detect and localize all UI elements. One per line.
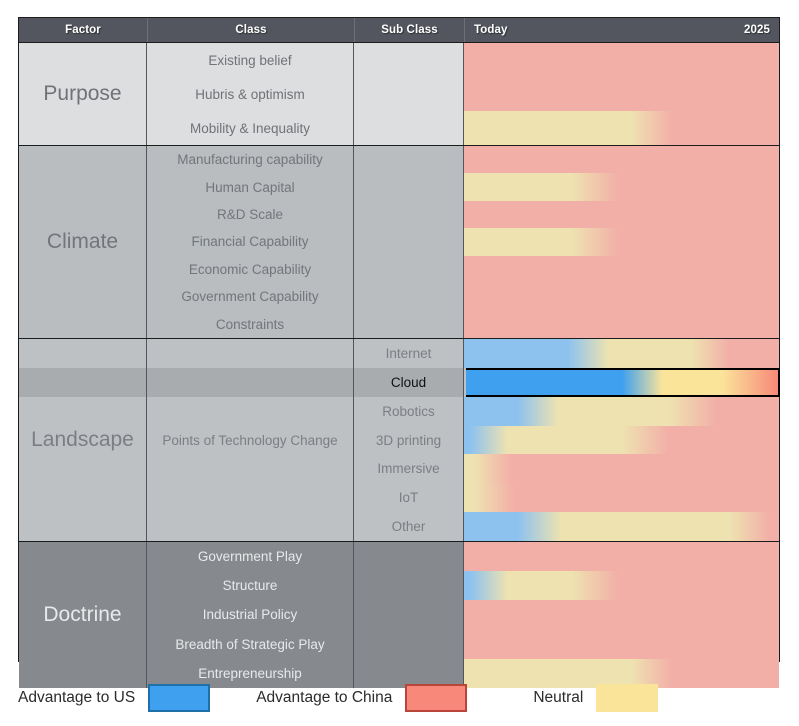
table-header-row: Factor Class Sub Class Today 2025 <box>18 17 780 43</box>
sub-class-cell-empty <box>354 43 463 77</box>
timeline-bar <box>464 111 779 145</box>
timeline-bar <box>464 483 779 513</box>
legend-item-us: Advantage to US <box>18 684 211 712</box>
sub-class-cell-empty <box>354 542 463 571</box>
timeline-bar <box>464 600 779 630</box>
timeline-bar <box>464 200 779 229</box>
sub-class-cell-empty <box>354 228 463 255</box>
legend-label-china: Advantage to China <box>256 689 393 706</box>
class-column: Points of Technology Change <box>147 339 354 541</box>
sub-class-cell: Other <box>391 519 426 535</box>
column-header-timeline: Today 2025 <box>465 18 779 42</box>
timeline-bar <box>464 77 779 111</box>
sub-class-cell: 3D printing <box>375 432 442 448</box>
matrix-body: Purpose Existing belief Hubris & optimism M… <box>18 43 780 688</box>
sub-class-cell-empty <box>354 600 463 629</box>
class-cell: Government Capability <box>181 289 319 305</box>
timeline-bar <box>464 396 779 426</box>
class-cell: Human Capital <box>205 179 295 195</box>
class-cell: Industrial Policy <box>202 607 298 623</box>
class-cell: Manufacturing capability <box>177 152 323 168</box>
factor-cell-landscape: Landscape <box>19 339 147 541</box>
sub-class-cell-empty <box>354 283 463 310</box>
sub-class-column <box>354 146 464 338</box>
class-cell: Constraints <box>215 316 285 332</box>
timeline-bar <box>464 255 779 284</box>
factor-group-doctrine: Doctrine Government Play Structure Industri… <box>19 542 779 688</box>
timeline-start-label: Today <box>474 24 508 36</box>
timeline-bar <box>464 512 779 542</box>
legend-label-neutral: Neutral <box>533 689 584 706</box>
class-column: Existing belief Hubris & optimism Mobility… <box>147 43 354 145</box>
class-cell: Existing belief <box>208 52 292 68</box>
factor-group-purpose: Purpose Existing belief Hubris & optimism M… <box>19 43 779 146</box>
factor-group-climate: Climate Manufacturing capability Human Cap… <box>19 146 779 339</box>
sub-class-cell: IoT <box>398 490 419 506</box>
class-cell: Hubris & optimism <box>195 86 305 102</box>
cloud-highlight-class <box>147 368 353 397</box>
timeline-bar <box>464 571 779 601</box>
sub-class-column <box>354 542 464 688</box>
cloud-highlight-factor <box>19 368 146 397</box>
legend: Advantage to US Advantage to China Neutr… <box>18 675 780 721</box>
sub-class-cell-empty <box>354 146 463 173</box>
timeline-bar <box>464 454 779 484</box>
class-column: Manufacturing capability Human Capital R&D… <box>147 146 354 338</box>
timeline-bar <box>464 542 779 572</box>
class-cell: Government Play <box>197 549 303 565</box>
timeline-bar <box>464 173 779 201</box>
sub-class-cell-empty <box>354 311 463 338</box>
timeline-bar <box>464 339 779 368</box>
legend-swatch-neutral <box>596 684 659 712</box>
factor-timeline-matrix: Factor Class Sub Class Today 2025 Purpos… <box>18 17 780 688</box>
class-cell: Economic Capability <box>188 261 312 277</box>
factor-cell-doctrine: Doctrine <box>19 542 147 688</box>
timeline-bar <box>464 146 779 174</box>
timeline-bar <box>464 310 779 338</box>
sub-class-cell-empty <box>354 173 463 200</box>
sub-class-cell: Internet <box>385 345 432 361</box>
sub-class-cell: Immersive <box>377 461 440 477</box>
legend-label-us: Advantage to US <box>18 689 136 706</box>
legend-swatch-china <box>405 684 468 712</box>
sub-class-cell: Cloud <box>354 367 463 397</box>
class-cell: R&D Scale <box>216 207 284 223</box>
sub-class-cell-empty <box>354 630 463 659</box>
timeline-bar <box>464 283 779 311</box>
timeline-bar <box>464 43 779 77</box>
class-column: Government Play Structure Industrial Polic… <box>147 542 354 688</box>
sub-class-cell-empty <box>354 256 463 283</box>
column-header-factor: Factor <box>19 18 148 42</box>
timeline-bars-column <box>464 542 779 688</box>
sub-class-cell-empty <box>354 111 463 145</box>
class-cell-merged: Points of Technology Change <box>147 339 353 541</box>
class-cell: Breadth of Strategic Play <box>175 636 325 652</box>
sub-class-column <box>354 43 464 145</box>
timeline-bars-column <box>464 146 779 338</box>
timeline-bars-column <box>464 43 779 145</box>
class-cell: Structure <box>222 578 278 594</box>
timeline-end-label: 2025 <box>744 24 770 36</box>
sub-class-cell: Robotics <box>382 403 435 419</box>
cloud-row-emphasis-band <box>466 368 780 397</box>
legend-item-neutral: Neutral <box>533 684 659 712</box>
column-header-class: Class <box>148 18 355 42</box>
class-cell: Financial Capability <box>191 234 309 250</box>
timeline-bar <box>464 228 779 256</box>
legend-item-china: Advantage to China <box>256 684 468 712</box>
sub-class-cell-empty <box>354 571 463 600</box>
factor-cell-climate: Climate <box>19 146 147 338</box>
column-header-sub-class: Sub Class <box>355 18 465 42</box>
factor-cell-purpose: Purpose <box>19 43 147 145</box>
sub-class-column: Internet Cloud Robotics 3D printing Immersiv… <box>354 339 464 541</box>
timeline-bar <box>464 425 779 455</box>
sub-class-cell-empty <box>354 201 463 228</box>
timeline-bar <box>464 629 779 659</box>
class-cell: Mobility & Inequality <box>189 120 311 136</box>
legend-swatch-us <box>148 684 211 712</box>
sub-class-cell-empty <box>354 77 463 111</box>
